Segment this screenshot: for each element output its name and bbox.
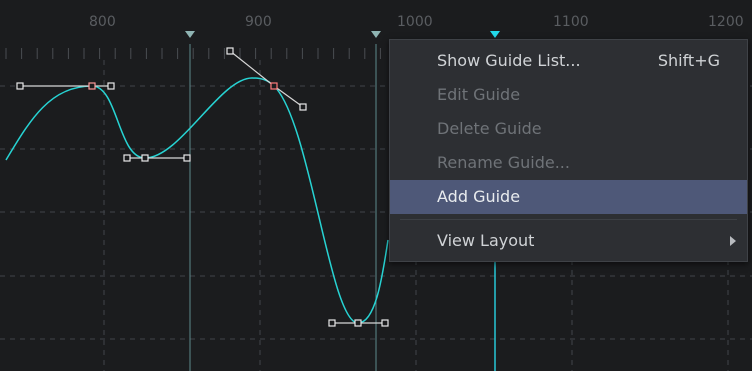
menu-item-label: Delete Guide [437, 119, 542, 138]
menu-item-delete-guide[interactable]: Delete Guide [390, 112, 747, 146]
guide-marker-icon[interactable] [371, 31, 381, 38]
menu-item-add-guide[interactable]: Add Guide [390, 180, 747, 214]
menu-item-shortcut: Shift+G [657, 51, 720, 70]
spline-curve[interactable] [5, 77, 389, 324]
menu-item-label: Show Guide List... [437, 51, 581, 70]
ruler-label: 1200 [708, 14, 744, 30]
menu-item-view-layout[interactable]: View Layout [390, 224, 747, 258]
keyframe-points[interactable] [16, 47, 389, 327]
ruler-label: 800 [89, 14, 116, 30]
context-menu[interactable]: Show Guide List... Shift+G Edit Guide De… [389, 39, 748, 262]
ruler-label: 1000 [397, 14, 433, 30]
ruler-label: 900 [245, 14, 272, 30]
menu-item-label: View Layout [437, 231, 535, 250]
ruler-label: 1100 [553, 14, 589, 30]
menu-separator [400, 219, 737, 220]
menu-item-label: Edit Guide [437, 85, 521, 104]
menu-item-rename-guide[interactable]: Rename Guide... [390, 146, 747, 180]
keyframe-handles[interactable] [20, 50, 385, 324]
guide-marker-icon[interactable] [490, 31, 500, 38]
menu-item-label: Add Guide [437, 187, 521, 206]
spline-editor[interactable]: 800 900 1000 1100 1200 Show Guide List..… [0, 0, 752, 371]
menu-item-label: Rename Guide... [437, 153, 570, 172]
guide-marker-icon[interactable] [185, 31, 195, 38]
menu-item-show-guide-list[interactable]: Show Guide List... Shift+G [390, 44, 747, 78]
menu-item-edit-guide[interactable]: Edit Guide [390, 78, 747, 112]
submenu-arrow-icon [730, 236, 736, 246]
